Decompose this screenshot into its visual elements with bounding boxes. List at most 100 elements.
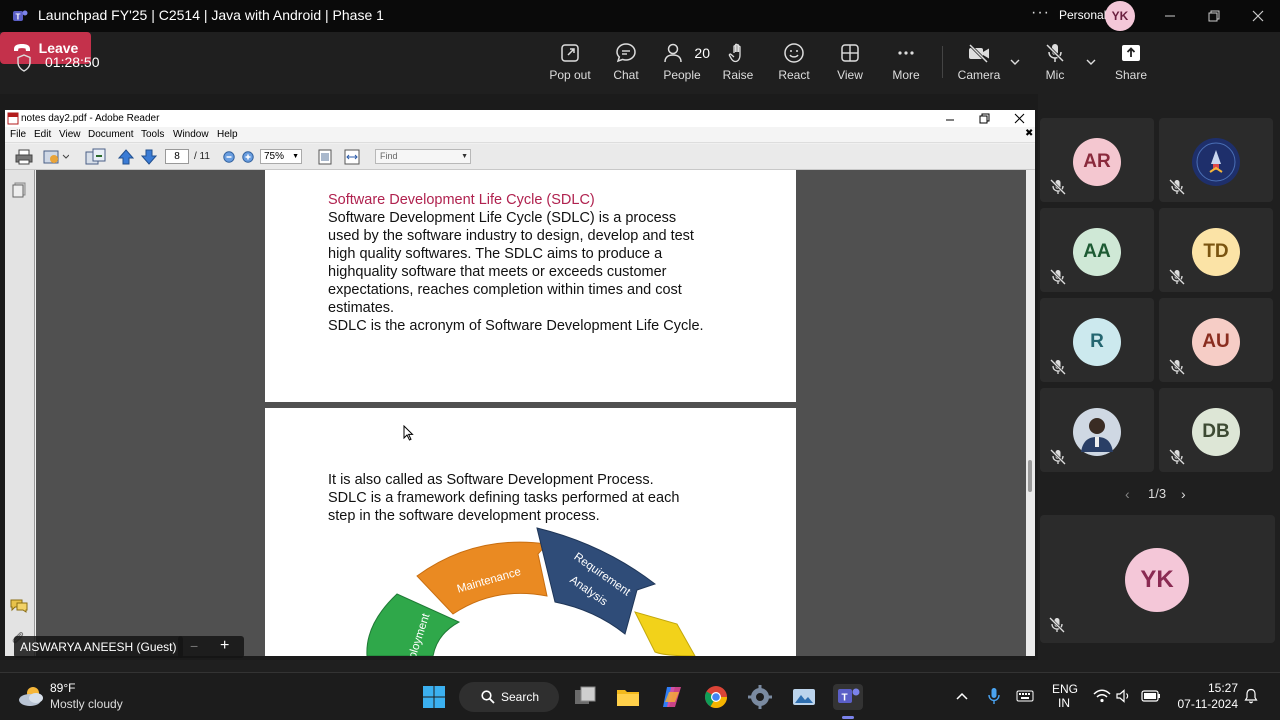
previous-page-chevron-icon[interactable]: ‹ bbox=[1125, 486, 1130, 502]
sdlc-heading: Software Development Life Cycle (SDLC) bbox=[328, 192, 595, 208]
menu-tools[interactable]: Tools bbox=[141, 129, 164, 140]
more-options-icon[interactable]: ··· bbox=[1031, 4, 1050, 22]
show-hidden-icons-chevron-icon[interactable] bbox=[955, 691, 969, 701]
fit-page-icon[interactable] bbox=[317, 149, 333, 165]
zoom-select[interactable]: 75% ▼ bbox=[260, 149, 302, 164]
menu-help[interactable]: Help bbox=[217, 129, 238, 140]
menu-file[interactable]: File bbox=[10, 129, 26, 140]
participant-tile[interactable]: DB bbox=[1159, 388, 1273, 472]
zoom-in-share-button[interactable]: + bbox=[220, 637, 229, 655]
microphone-in-use-icon[interactable] bbox=[987, 687, 1001, 705]
fit-width-icon[interactable] bbox=[344, 149, 360, 165]
email-attach-icon[interactable] bbox=[43, 149, 69, 165]
teams-taskbar-icon[interactable]: T bbox=[833, 684, 863, 719]
minimize-icon[interactable] bbox=[1160, 6, 1180, 26]
participant-tile[interactable]: R bbox=[1040, 298, 1154, 382]
page1-line-6: estimates. bbox=[328, 300, 395, 316]
chat-icon bbox=[616, 43, 636, 63]
chat-button[interactable]: Chat bbox=[598, 42, 654, 82]
weather-desc[interactable]: Mostly cloudy bbox=[50, 697, 123, 711]
view-button[interactable]: View bbox=[822, 42, 878, 82]
reader-restore-icon[interactable] bbox=[979, 113, 990, 124]
grid-icon bbox=[841, 44, 859, 62]
next-page-icon[interactable] bbox=[141, 149, 157, 165]
svg-text:T: T bbox=[16, 13, 21, 22]
share-button[interactable]: Share bbox=[1103, 42, 1159, 82]
participant-tile[interactable]: AA bbox=[1040, 208, 1154, 292]
profile-avatar[interactable]: YK bbox=[1105, 1, 1135, 31]
participant-tile[interactable] bbox=[1159, 118, 1273, 202]
volume-icon[interactable] bbox=[1116, 689, 1132, 703]
weather-cloudy-icon[interactable] bbox=[16, 681, 46, 711]
photos-icon[interactable] bbox=[791, 684, 817, 710]
mic-options-chevron-icon[interactable] bbox=[1085, 56, 1097, 68]
self-video-tile[interactable]: YK bbox=[1040, 515, 1275, 643]
close-icon[interactable] bbox=[1248, 6, 1268, 26]
popout-button[interactable]: Pop out bbox=[542, 42, 598, 82]
page1-line-1: Software Development Life Cycle (SDLC) i… bbox=[328, 210, 677, 226]
copilot-icon[interactable] bbox=[659, 684, 685, 710]
weather-temp[interactable]: 89°F bbox=[50, 681, 75, 695]
find-placeholder: Find bbox=[380, 151, 398, 161]
taskbar-search[interactable]: Search bbox=[459, 682, 559, 712]
restore-icon[interactable] bbox=[1204, 6, 1224, 26]
document-close-icon[interactable]: ✖ bbox=[1025, 128, 1033, 139]
task-view-icon[interactable] bbox=[572, 684, 598, 710]
self-avatar: YK bbox=[1125, 548, 1189, 612]
collaborate-icon[interactable] bbox=[85, 148, 107, 166]
participant-tile[interactable]: AR bbox=[1040, 118, 1154, 202]
battery-icon[interactable] bbox=[1141, 689, 1161, 703]
raise-hand-button[interactable]: Raise bbox=[710, 42, 766, 82]
reader-title-bar: notes day2.pdf - Adobe Reader bbox=[5, 110, 1035, 127]
participant-tile[interactable]: TD bbox=[1159, 208, 1273, 292]
toolbar-divider bbox=[942, 46, 943, 78]
vertical-scrollbar[interactable] bbox=[1026, 170, 1035, 656]
more-button[interactable]: More bbox=[878, 42, 934, 82]
language-indicator[interactable]: ENG IN bbox=[1052, 682, 1078, 710]
zoom-in-icon[interactable] bbox=[242, 151, 254, 163]
scrollbar-thumb[interactable] bbox=[1028, 460, 1032, 492]
find-input[interactable]: Find ▼ bbox=[375, 149, 471, 164]
menu-window[interactable]: Window bbox=[173, 129, 209, 140]
print-icon[interactable] bbox=[15, 149, 33, 165]
chrome-icon[interactable] bbox=[703, 684, 729, 710]
people-label: People bbox=[663, 68, 701, 82]
previous-page-icon[interactable] bbox=[118, 149, 134, 165]
pages-panel-icon[interactable] bbox=[12, 182, 26, 198]
zoom-out-icon[interactable] bbox=[223, 151, 235, 163]
comments-icon[interactable] bbox=[10, 599, 28, 613]
file-explorer-icon[interactable] bbox=[615, 684, 641, 710]
participant-tile[interactable]: AU bbox=[1159, 298, 1273, 382]
camera-off-icon bbox=[968, 43, 989, 64]
smiley-icon bbox=[784, 43, 804, 63]
camera-options-chevron-icon[interactable] bbox=[1009, 56, 1021, 68]
participant-avatar bbox=[1073, 408, 1121, 456]
mic-off-icon bbox=[1045, 43, 1065, 63]
zoom-out-share-button[interactable]: − bbox=[190, 638, 198, 654]
menu-view[interactable]: View bbox=[59, 129, 81, 140]
page1-line-5: expectations, reaches completion within … bbox=[328, 282, 682, 298]
reader-minimize-icon[interactable] bbox=[945, 114, 955, 124]
mic-muted-icon bbox=[1169, 269, 1185, 285]
menu-document[interactable]: Document bbox=[88, 129, 134, 140]
mic-button[interactable]: Mic bbox=[1027, 42, 1083, 82]
notification-bell-icon[interactable] bbox=[1244, 688, 1258, 704]
participant-tile[interactable] bbox=[1040, 388, 1154, 472]
keyboard-icon[interactable] bbox=[1016, 689, 1034, 703]
profile-label[interactable]: Personal bbox=[1059, 8, 1106, 22]
teams-icon: T bbox=[13, 10, 28, 22]
react-button[interactable]: React bbox=[766, 42, 822, 82]
windows-start-icon[interactable] bbox=[422, 685, 446, 709]
menu-edit[interactable]: Edit bbox=[34, 129, 51, 140]
settings-gear-icon[interactable] bbox=[747, 684, 773, 710]
camera-button[interactable]: Camera bbox=[951, 42, 1007, 82]
page-number-input[interactable]: 8 bbox=[165, 149, 189, 164]
participant-avatar: DB bbox=[1192, 408, 1240, 456]
reader-close-icon[interactable] bbox=[1014, 113, 1025, 124]
clock[interactable]: 15:27 07-11-2024 bbox=[1170, 681, 1239, 711]
next-page-chevron-icon[interactable]: › bbox=[1181, 486, 1186, 502]
people-button[interactable]: 20 People bbox=[654, 42, 710, 82]
page1-line-2: used by the software industry to design,… bbox=[328, 228, 694, 244]
pdf-page-2: It is also called as Software Developmen… bbox=[265, 408, 796, 656]
wifi-icon[interactable] bbox=[1093, 689, 1111, 703]
